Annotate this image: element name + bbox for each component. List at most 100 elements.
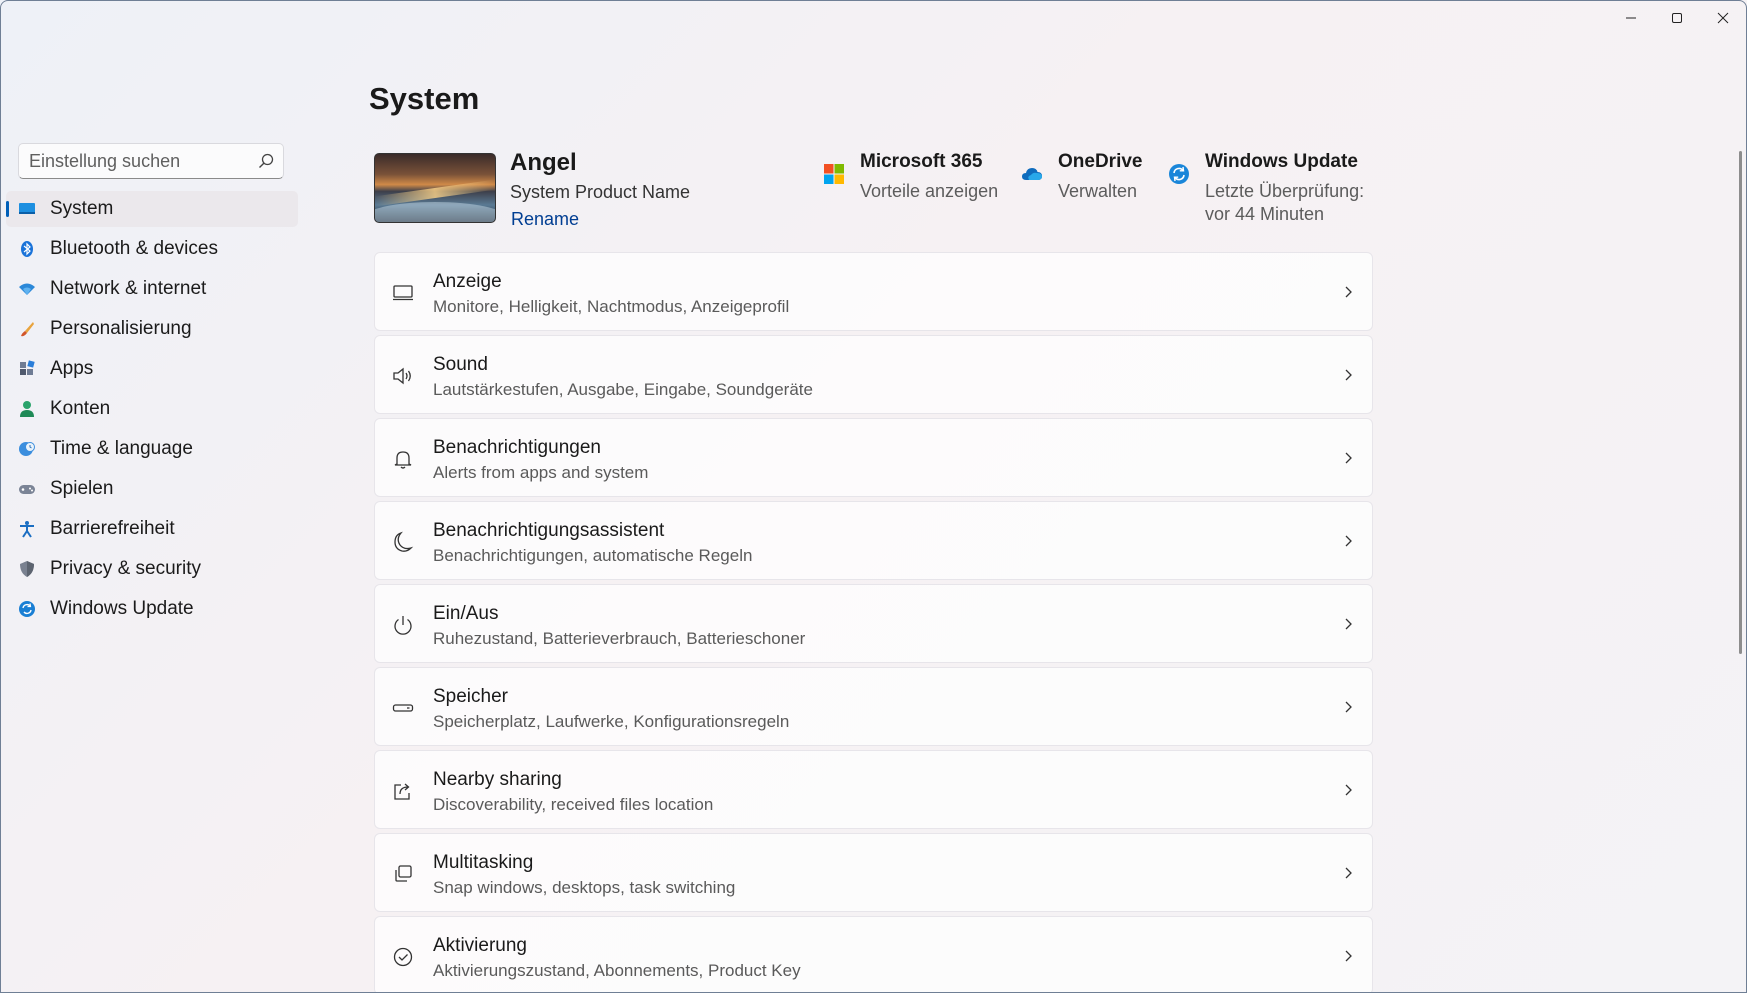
sidebar-item-label: Time & language [50,438,193,459]
quick-link-title: Microsoft 365 [860,151,983,172]
card-title: Multitasking [433,852,534,873]
share-icon [394,783,410,800]
card-title: Speicher [433,686,508,707]
card-display[interactable]: Anzeige Monitore, Helligkeit, Nachtmodus… [374,252,1373,331]
quick-link-title: Windows Update [1205,151,1358,172]
search-input[interactable] [19,149,251,173]
monitor-icon [18,200,36,218]
card-storage[interactable]: Speicher Speicherplatz, Laufwerke, Konfi… [374,667,1373,746]
sidebar-item-system[interactable]: System [6,191,298,227]
chevron-right-icon [1345,286,1352,298]
caption-buttons [1608,1,1746,35]
card-activation[interactable]: Aktivierung Aktivierungszustand, Abonnem… [374,916,1373,992]
card-title: Aktivierung [433,935,527,956]
globe-clock-icon [18,440,36,458]
sidebar-item-label: Konten [50,398,111,419]
card-notifications[interactable]: Benachrichtigungen Alerts from apps and … [374,418,1373,497]
minimize-button[interactable] [1608,1,1654,35]
maximize-button[interactable] [1654,1,1700,35]
card-subtitle: Aktivierungszustand, Abonnements, Produc… [433,961,801,980]
minimize-icon [1626,17,1636,19]
speaker-icon [393,367,411,385]
sidebar-item-label: System [50,198,114,219]
sidebar-item-label: Personalisierung [50,318,192,339]
sidebar-item-gaming[interactable]: Spielen [6,471,298,507]
sidebar-item-bluetooth[interactable]: Bluetooth & devices [6,231,298,267]
sidebar-item-accessibility[interactable]: Barrierefreiheit [6,511,298,547]
quick-link-title: OneDrive [1058,151,1143,172]
update-icon [1169,164,1189,184]
page-title: System [369,81,480,116]
sidebar-item-label: Bluetooth & devices [50,238,218,259]
microsoft-logo-icon [824,164,844,184]
card-subtitle: Monitore, Helligkeit, Nachtmodus, Anzeig… [433,297,790,316]
accessibility-icon [18,520,36,538]
search-box [18,143,284,179]
sidebar-nav: System Bluetooth & devices Network & int… [6,191,298,631]
settings-list: Anzeige Monitore, Helligkeit, Nachtmodus… [374,252,1373,992]
bell-icon [394,451,412,469]
card-subtitle: Lautstärkestufen, Ausgabe, Eingabe, Soun… [433,380,813,399]
wallpaper-wave [375,202,495,222]
last-check-label: Letzte Überprüfung: [1205,181,1365,201]
card-subtitle: Speicherplatz, Laufwerke, Konfigurations… [433,712,790,731]
sidebar-item-windows-update[interactable]: Windows Update [6,591,298,627]
brush-icon [18,320,36,338]
card-nearby-sharing[interactable]: Nearby sharing Discoverability, received… [374,750,1373,829]
bluetooth-icon [18,240,36,258]
display-icon [393,285,413,301]
card-title: Ein/Aus [433,603,499,624]
card-title: Nearby sharing [433,769,562,790]
update-icon [18,600,36,618]
card-sound[interactable]: Sound Lautstärkestufen, Ausgabe, Eingabe… [374,335,1373,414]
person-icon [18,400,36,418]
chevron-right-icon [1345,784,1352,796]
power-icon [394,616,412,635]
sidebar-item-label: Windows Update [50,598,194,619]
close-icon [1717,12,1729,24]
active-indicator [6,201,9,217]
card-power[interactable]: Ein/Aus Ruhezustand, Batterieverbrauch, … [374,584,1373,663]
device-name: Angel [510,149,577,176]
sidebar-item-label: Apps [50,358,94,379]
card-title: Benachrichtigungen [433,437,601,458]
maximize-icon [1672,13,1682,23]
device-model: System Product Name [510,182,691,202]
card-multitasking[interactable]: Multitasking Snap windows, desktops, tas… [374,833,1373,912]
sidebar-item-label: Privacy & security [50,558,201,579]
sidebar-item-apps[interactable]: Apps [6,351,298,387]
multitasking-icon [395,865,412,882]
chevron-right-icon [1345,701,1352,713]
card-subtitle: Benachrichtigungen, automatische Regeln [433,546,753,565]
card-subtitle: Snap windows, desktops, task switching [433,878,736,897]
sidebar-item-privacy[interactable]: Privacy & security [6,551,298,587]
sidebar-item-time-language[interactable]: Time & language [6,431,298,467]
chevron-right-icon [1345,950,1352,962]
chevron-right-icon [1345,369,1352,381]
quick-link-subtitle: Letzte Überprüfung: vor 44 Minuten [1205,180,1364,226]
card-title: Benachrichtigungsassistent [433,520,665,541]
card-subtitle: Discoverability, received files location [433,795,714,814]
storage-icon [392,704,414,712]
card-title: Sound [433,354,488,375]
sidebar-item-label: Network & internet [50,278,207,299]
vertical-scrollbar[interactable] [1739,151,1742,654]
chevron-right-icon [1345,618,1352,630]
close-button[interactable] [1700,1,1746,35]
chevron-right-icon [1345,867,1352,879]
rename-link[interactable]: Rename [511,209,579,230]
apps-icon [18,360,36,378]
sidebar-item-network[interactable]: Network & internet [6,271,298,307]
search-icon[interactable] [257,152,275,170]
check-circle-icon [393,947,413,967]
card-subtitle: Ruhezustand, Batterieverbrauch, Batterie… [433,629,806,648]
settings-window: System Bluetooth & devices Network & int… [0,0,1747,993]
sidebar-item-accounts[interactable]: Konten [6,391,298,427]
card-subtitle: Alerts from apps and system [433,463,649,482]
sidebar-item-personalization[interactable]: Personalisierung [6,311,298,347]
chevron-right-icon [1345,452,1352,464]
quick-link-subtitle: Verwalten [1058,181,1138,201]
sidebar-item-label: Spielen [50,478,114,499]
card-focus-assist[interactable]: Benachrichtigungsassistent Benachrichtig… [374,501,1373,580]
gamepad-icon [18,480,36,498]
